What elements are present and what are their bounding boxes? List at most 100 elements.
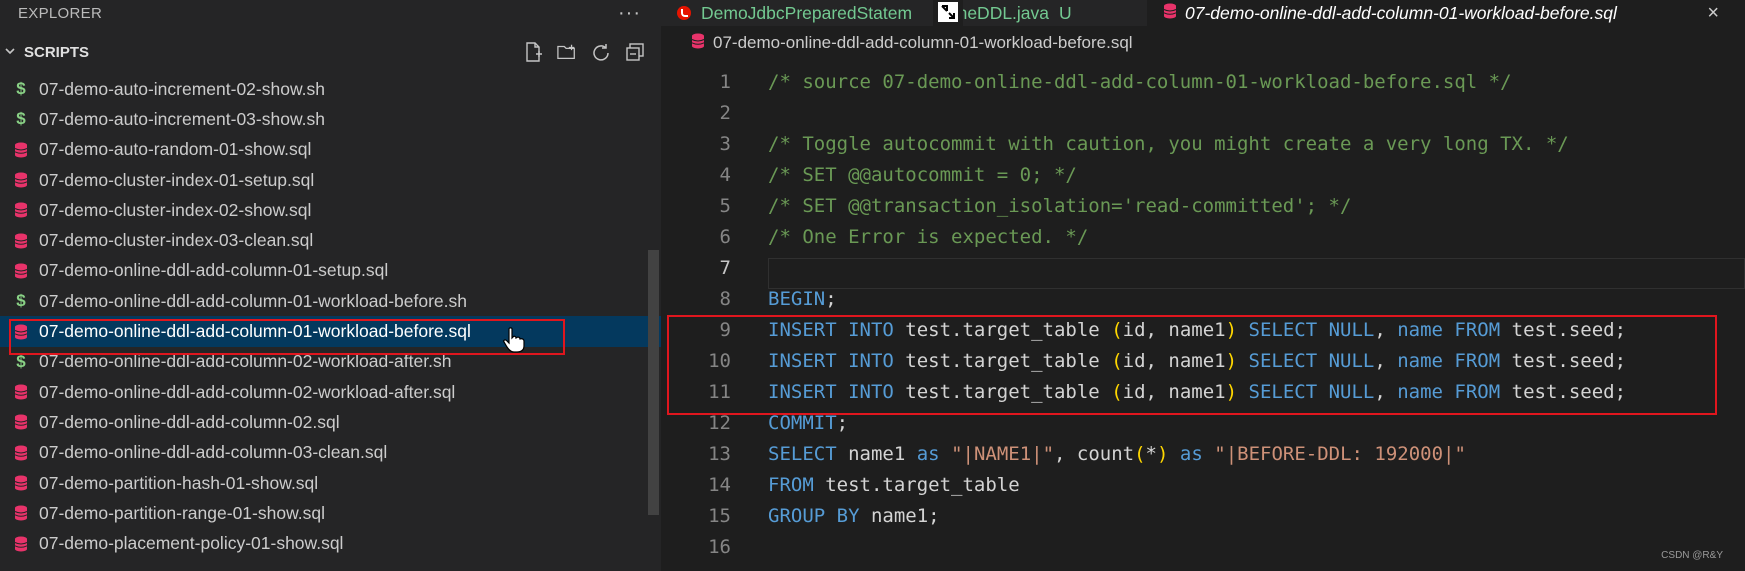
code-text: /* SET @@transaction_isolation='read-com… — [768, 195, 1351, 217]
new-file-icon[interactable] — [523, 42, 543, 62]
code-token: GROUP BY — [768, 504, 860, 527]
file-item[interactable]: 07-demo-partition-range-01-show.sql — [0, 498, 661, 528]
sidebar-scrollbar[interactable] — [648, 250, 659, 515]
hand-cursor-icon — [503, 327, 525, 358]
code-line: 13 SELECT name1 as "|NAME1|", count(*) as… — [661, 438, 1745, 469]
file-item[interactable]: $07-demo-online-ddl-add-column-01-worklo… — [0, 286, 661, 316]
editor-area: DemoJdbcPreparedStatem nlineDDL.java U 0… — [661, 0, 1745, 571]
file-item[interactable]: $07-demo-auto-increment-02-show.sh — [0, 74, 661, 104]
explorer-sidebar: EXPLORER ··· SCRIPTS $07-demo-auto-incre… — [0, 0, 661, 571]
file-item[interactable]: 07-demo-partition-hash-01-show.sql — [0, 468, 661, 498]
file-name: 07-demo-placement-policy-01-show.sql — [39, 533, 344, 554]
scripts-folder-title: SCRIPTS — [24, 43, 90, 61]
code-text: SELECT name1 as "|NAME1|", count(*) as "… — [768, 443, 1466, 465]
folder-actions — [523, 42, 645, 62]
database-file-icon — [12, 474, 30, 492]
code-line: 14 FROM test.target_table — [661, 469, 1745, 500]
file-name: 07-demo-cluster-index-01-setup.sql — [39, 169, 315, 190]
file-name: 07-demo-partition-range-01-show.sql — [39, 502, 325, 523]
tab-sql-file-active[interactable]: 07-demo-online-ddl-add-column-01-workloa… — [1147, 0, 1745, 26]
code-line: 16 — [661, 531, 1745, 562]
more-actions-icon[interactable]: ··· — [618, 2, 641, 25]
untracked-badge: U — [1059, 2, 1072, 23]
code-line: 4 /* SET @@autocommit = 0; */ — [661, 159, 1745, 190]
line-number: 7 — [719, 256, 731, 279]
annotation-box-file — [9, 319, 565, 355]
database-file-icon — [12, 171, 30, 189]
scripts-folder-header[interactable]: SCRIPTS — [0, 37, 661, 67]
file-item[interactable]: $07-demo-auto-increment-03-show.sh — [0, 104, 661, 134]
code-token: /* SET @@autocommit = 0; */ — [768, 163, 1077, 186]
database-file-icon — [12, 262, 30, 280]
file-item[interactable]: 07-demo-online-ddl-add-column-02.sql — [0, 407, 661, 437]
chevron-down-icon — [4, 45, 18, 60]
code-text: /* One Error is expected. */ — [768, 226, 1088, 248]
new-folder-icon[interactable] — [557, 42, 577, 62]
collapse-all-icon[interactable] — [625, 42, 645, 62]
code-text: /* source 07-demo-online-ddl-add-column-… — [768, 71, 1512, 93]
file-item[interactable]: 07-demo-online-ddl-add-column-01-setup.s… — [0, 256, 661, 286]
shell-file-icon: $ — [16, 351, 26, 371]
code-token: name1 — [836, 442, 917, 465]
file-name: 07-demo-partition-hash-01-show.sql — [39, 472, 319, 493]
code-token: BEGIN — [768, 287, 826, 310]
code-token: name1; — [859, 504, 940, 527]
editor-tabs: DemoJdbcPreparedStatem nlineDDL.java U 0… — [661, 0, 1745, 26]
tab1-label-left: DemoJdbcPreparedStatem — [701, 2, 913, 23]
watermark: CSDN @R&Y — [1661, 550, 1723, 561]
database-file-icon — [691, 33, 705, 54]
file-name: 07-demo-online-ddl-add-column-03-clean.s… — [39, 442, 388, 463]
file-item[interactable]: 07-demo-online-ddl-add-column-02-workloa… — [0, 377, 661, 407]
line-number: 1 — [719, 70, 731, 93]
code-line: 5 /* SET @@transaction_isolation='read-co… — [661, 190, 1745, 221]
close-tab-icon[interactable]: × — [1707, 2, 1719, 25]
code-text: BEGIN; — [768, 288, 837, 310]
line-number: 14 — [708, 473, 731, 496]
code-token: "|BEFORE-DDL: 192000|" — [1214, 442, 1466, 465]
code-token: * — [1145, 442, 1157, 465]
database-file-icon — [12, 141, 30, 159]
split-editor-icon[interactable] — [933, 0, 963, 26]
database-file-icon — [12, 535, 30, 553]
line-number: 5 — [719, 194, 731, 217]
breadcrumb[interactable]: 07-demo-online-ddl-add-column-01-workloa… — [661, 30, 1745, 56]
file-item[interactable]: 07-demo-cluster-index-03-clean.sql — [0, 225, 661, 255]
line-number: 13 — [708, 442, 731, 465]
file-name: 07-demo-cluster-index-03-clean.sql — [39, 230, 314, 251]
shell-file-icon: $ — [16, 79, 26, 99]
code-token: /* One Error is expected. */ — [768, 225, 1089, 248]
code-line: 15 GROUP BY name1; — [661, 500, 1745, 531]
tab-java-file[interactable]: DemoJdbcPreparedStatem nlineDDL.java U — [677, 0, 1072, 26]
code-token: SELECT — [768, 442, 837, 465]
code-text: /* SET @@autocommit = 0; */ — [768, 164, 1077, 186]
code-line: 3 /* Toggle autocommit with caution, you … — [661, 128, 1745, 159]
file-item[interactable]: 07-demo-placement-policy-01-show.sql — [0, 528, 661, 558]
database-file-icon — [12, 201, 30, 219]
code-line: 2 — [661, 97, 1745, 128]
line-number: 16 — [708, 535, 731, 558]
code-token: ; — [825, 287, 837, 310]
shell-file-icon: $ — [16, 291, 26, 311]
database-file-icon — [12, 504, 30, 522]
file-item[interactable]: 07-demo-online-ddl-add-column-03-clean.s… — [0, 438, 661, 468]
code-line: 6 /* One Error is expected. */ — [661, 221, 1745, 252]
line-number: 4 — [719, 163, 731, 186]
file-item[interactable]: 07-demo-cluster-index-02-show.sql — [0, 195, 661, 225]
shell-file-icon: $ — [16, 109, 26, 129]
code-text: /* Toggle autocommit with caution, you m… — [768, 133, 1569, 155]
explorer-title: EXPLORER — [18, 4, 103, 22]
breadcrumb-filename: 07-demo-online-ddl-add-column-01-workloa… — [713, 33, 1133, 52]
code-token: ( — [1134, 442, 1146, 465]
annotation-box-code — [667, 315, 1717, 415]
line-number: 6 — [719, 225, 731, 248]
code-token: FROM — [768, 473, 814, 496]
code-editor[interactable]: 1 /* source 07-demo-online-ddl-add-column… — [661, 66, 1745, 562]
code-token: as — [916, 442, 940, 465]
database-file-icon — [1163, 3, 1177, 24]
file-item[interactable]: 07-demo-cluster-index-01-setup.sql — [0, 165, 661, 195]
refresh-icon[interactable] — [591, 42, 611, 62]
code-token: /* Toggle autocommit with caution, you m… — [768, 132, 1569, 155]
file-item[interactable]: 07-demo-auto-random-01-show.sql — [0, 135, 661, 165]
